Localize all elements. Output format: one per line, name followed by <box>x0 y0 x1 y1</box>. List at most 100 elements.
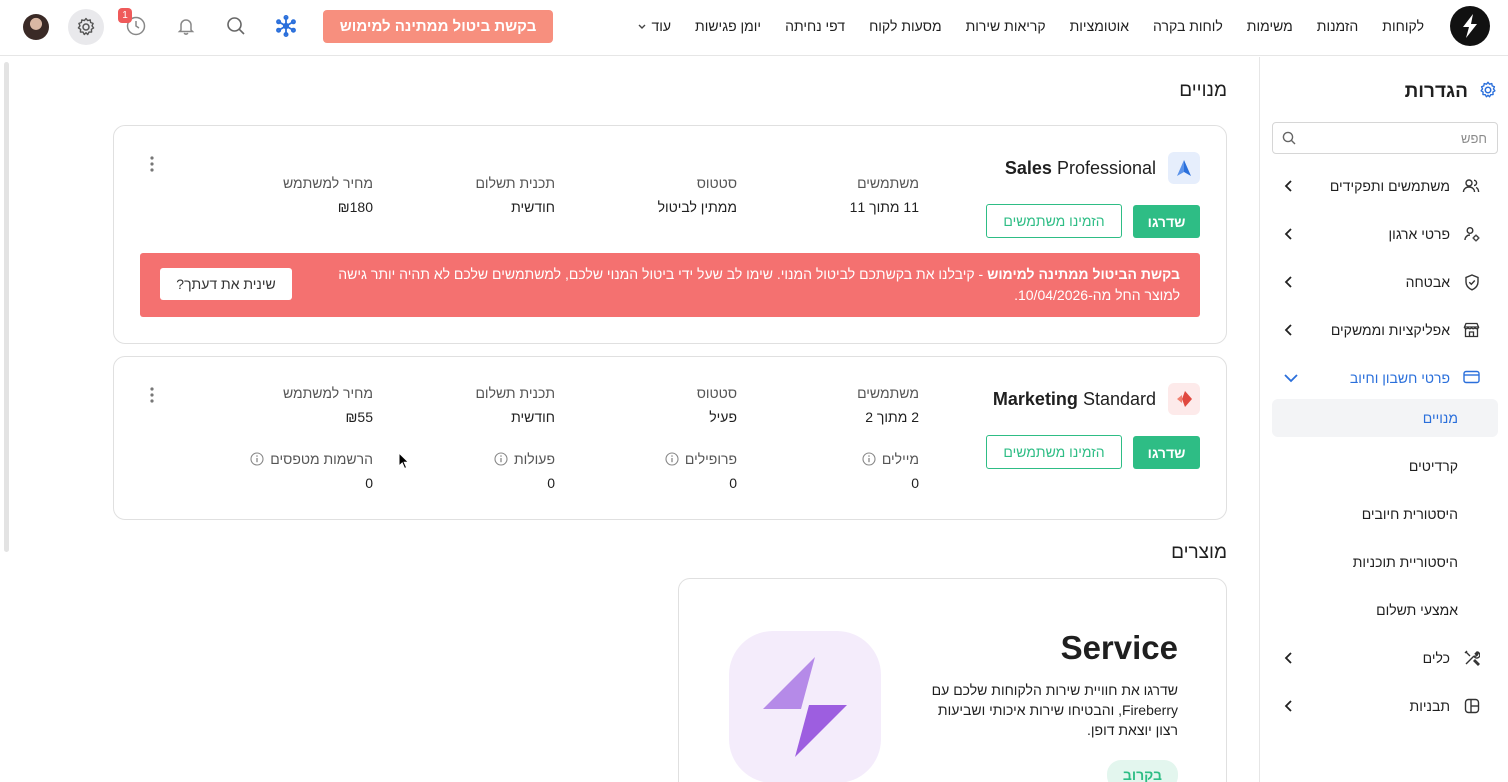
templates-icon <box>1464 698 1480 714</box>
info-icon[interactable] <box>250 452 264 466</box>
plan-name-tier: Professional <box>1051 158 1156 178</box>
settings-search-input[interactable] <box>1307 123 1487 153</box>
invite-users-button[interactable]: הזמינו משתמשים <box>986 435 1122 469</box>
nav-link-automations[interactable]: אוטומציות <box>1070 18 1129 34</box>
product-description: שדרגו את חוויית שירות הלקוחות שלכם עם Fi… <box>931 682 1178 738</box>
sidebar-item-tools[interactable]: כלים <box>1272 638 1498 678</box>
service-lightning-icon <box>729 631 881 782</box>
sidebar-subitem-label: אמצעי תשלום <box>1376 602 1458 618</box>
price-per-user-label: מחיר למשתמש <box>282 385 373 401</box>
settings-gear-button[interactable] <box>68 9 104 45</box>
pending-cancellation-button[interactable]: בקשת ביטול ממתינה למימוש <box>323 10 553 43</box>
status-value: פעיל <box>709 409 737 425</box>
plan-name-tier: Standard <box>1077 389 1156 409</box>
credit-card-icon <box>1463 370 1480 384</box>
payment-plan-value: חודשית <box>511 199 555 215</box>
settings-gear-icon <box>1478 80 1498 100</box>
chevron-left-icon <box>1282 178 1296 194</box>
payment-plan-label: תכנית תשלום <box>475 175 555 191</box>
product-card-service[interactable]: Service שדרגו את חוויית שירות הלקוחות של… <box>678 578 1227 782</box>
users-icon <box>1462 178 1480 194</box>
nav-link-meetings-calendar[interactable]: יומן פגישות <box>695 18 761 34</box>
sidebar-item-security[interactable]: אבטחה <box>1272 262 1498 302</box>
chevron-left-icon <box>1282 698 1296 714</box>
form-registrations-label: הרשמות מטפסים <box>250 451 373 467</box>
sidebar-subitem-label: מנויים <box>1422 410 1458 426</box>
plan-name-bold: Marketing <box>992 389 1078 409</box>
status-label: סטטוס <box>696 385 737 401</box>
search-icon[interactable] <box>224 14 248 38</box>
sidebar-item-templates[interactable]: תבניות <box>1272 686 1498 726</box>
chevron-down-icon <box>1282 370 1300 386</box>
sidebar-item-label: פרטי ארגון <box>1388 226 1450 242</box>
sidebar-subitem-billing-history[interactable]: היסטורית חיובים <box>1272 495 1498 533</box>
settings-search-box <box>1272 122 1498 154</box>
chevron-down-icon <box>637 21 647 31</box>
product-title: Service <box>1060 629 1178 666</box>
nav-link-customer-journeys[interactable]: מסעות לקוח <box>869 18 942 34</box>
notification-count-badge: 1 <box>118 8 132 23</box>
nav-link-service-tickets[interactable]: קריאות שירות <box>966 18 1046 34</box>
sidebar-subitem-label: קרדיטים <box>1408 458 1458 474</box>
main-nav: לקוחות הזמנות משימות לוחות בקרה אוטומציו… <box>637 0 1424 52</box>
actions-label-text: פעולות <box>513 451 555 467</box>
invite-users-button[interactable]: הזמינו משתמשים <box>986 204 1122 238</box>
bell-icon[interactable] <box>174 14 198 38</box>
store-icon <box>1463 322 1480 338</box>
payment-plan-value: חודשית <box>511 409 555 425</box>
coming-soon-badge: בקרוב <box>1106 760 1178 782</box>
nav-more-label: עוד <box>651 18 672 34</box>
nav-link-orders[interactable]: הזמנות <box>1317 18 1359 34</box>
alert-title: בקשת הביטול ממתינה למימוש <box>987 266 1180 282</box>
sidebar-item-apps-integrations[interactable]: אפליקציות וממשקים <box>1272 310 1498 350</box>
price-per-user-label: מחיר למשתמש <box>282 175 373 191</box>
users-value: 2 מתוך 2 <box>865 409 919 425</box>
sidebar-item-label: אפליקציות וממשקים <box>1330 322 1450 338</box>
info-icon[interactable] <box>494 452 508 466</box>
info-icon[interactable] <box>862 452 876 466</box>
sidebar-subitem-label: היסטוריית תוכניות <box>1352 554 1458 570</box>
fireberry-logo[interactable] <box>1450 6 1490 46</box>
sidebar-item-users-roles[interactable]: משתמשים ותפקידים <box>1272 166 1498 206</box>
users-label: משתמשים <box>857 385 919 401</box>
sidebar-subitem-plan-history[interactable]: היסטוריית תוכניות <box>1272 543 1498 581</box>
change-mind-button[interactable]: שינית את דעתך? <box>160 268 292 300</box>
settings-sidebar: הגדרות משתמשים ותפקידים פרטי ארגון אבטחה… <box>1259 57 1508 782</box>
more-options-icon[interactable] <box>144 385 160 405</box>
users-label: משתמשים <box>857 175 919 191</box>
shield-icon <box>1464 274 1480 291</box>
settings-title: הגדרות <box>1404 81 1468 102</box>
sidebar-subitem-subscriptions[interactable]: מנויים <box>1272 399 1498 437</box>
status-label: סטטוס <box>696 175 737 191</box>
price-per-user-value: ₪180 <box>337 199 373 215</box>
price-per-user-value: ₪55 <box>345 409 373 425</box>
nav-link-tasks[interactable]: משימות <box>1247 18 1293 34</box>
apps-snowflake-icon[interactable] <box>274 14 298 38</box>
info-icon[interactable] <box>665 452 679 466</box>
sidebar-item-label: משתמשים ותפקידים <box>1329 178 1450 194</box>
sidebar-item-org-details[interactable]: פרטי ארגון <box>1272 214 1498 254</box>
status-value: ממתין לביטול <box>657 199 737 215</box>
plan-name: Sales Professional <box>1005 158 1156 179</box>
chevron-left-icon <box>1282 650 1296 666</box>
sidebar-item-account-billing[interactable]: פרטי חשבון וחיוב <box>1272 358 1498 398</box>
sidebar-subitem-payment-methods[interactable]: אמצעי תשלום <box>1272 591 1498 629</box>
upgrade-button[interactable]: שדרגו <box>1133 205 1200 238</box>
subscription-card-sales: Sales Professional שדרגו הזמינו משתמשים … <box>113 125 1227 344</box>
chevron-left-icon <box>1282 322 1296 338</box>
org-icon <box>1464 226 1480 242</box>
nav-link-landing-pages[interactable]: דפי נחיתה <box>785 18 845 34</box>
sidebar-item-label: פרטי חשבון וחיוב <box>1349 370 1450 386</box>
tools-icon <box>1464 650 1480 666</box>
page-scrollbar[interactable] <box>4 62 9 552</box>
user-avatar[interactable] <box>23 14 49 40</box>
nav-link-customers[interactable]: לקוחות <box>1382 18 1424 34</box>
products-heading: מוצרים <box>1171 542 1227 563</box>
sales-plan-icon <box>1168 152 1200 184</box>
sidebar-subitem-credits[interactable]: קרדיטים <box>1272 447 1498 485</box>
nav-more-menu[interactable]: עוד <box>637 18 671 34</box>
chevron-left-icon <box>1282 226 1296 242</box>
more-options-icon[interactable] <box>144 154 160 174</box>
upgrade-button[interactable]: שדרגו <box>1133 436 1200 469</box>
nav-link-dashboards[interactable]: לוחות בקרה <box>1153 18 1223 34</box>
